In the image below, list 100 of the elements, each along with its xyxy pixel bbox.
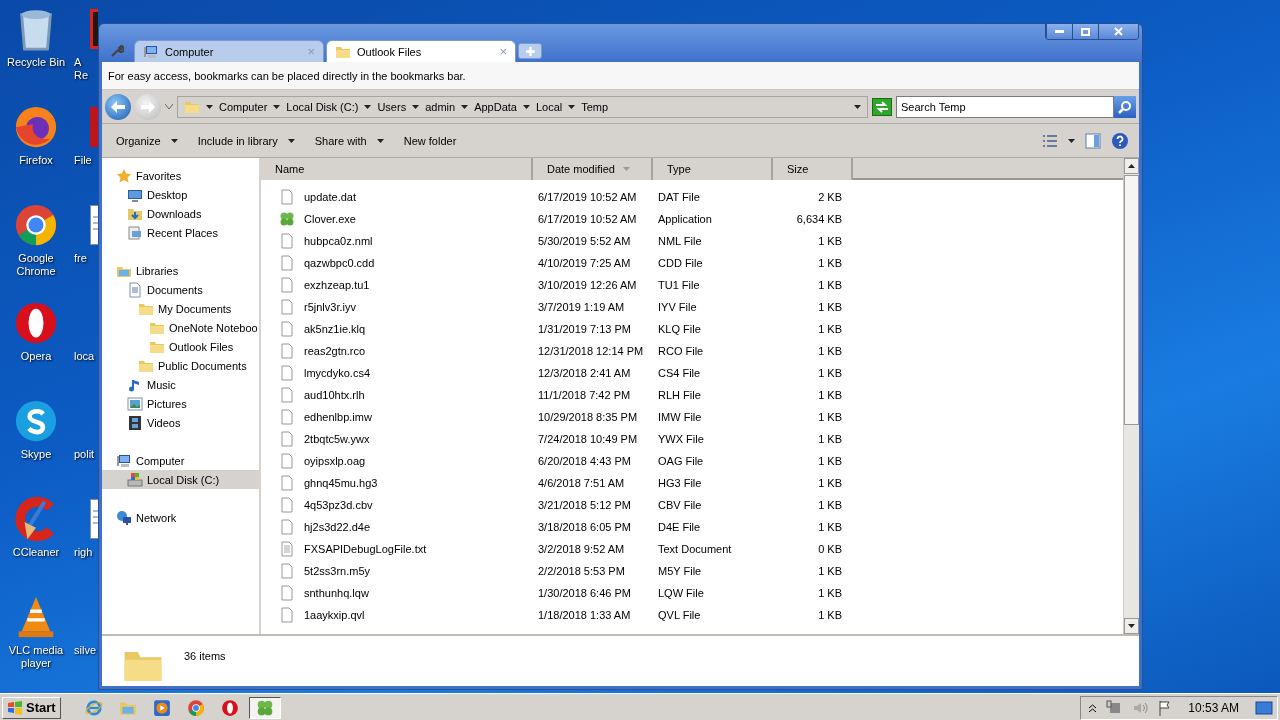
scrollbar[interactable] — [1123, 158, 1139, 634]
nav-item[interactable]: Pictures — [102, 394, 259, 413]
nav-item[interactable]: Public Documents — [102, 356, 259, 375]
nav-item[interactable]: Recent Places — [102, 223, 259, 242]
nav-item[interactable]: OneNote Noteboo — [102, 318, 259, 337]
nav-item[interactable]: Favorites — [102, 166, 259, 185]
file-name[interactable]: 4q53pz3d.cbv — [299, 499, 373, 511]
view-options-icon[interactable] — [1042, 133, 1058, 148]
toolbar-button[interactable]: New folder — [393, 127, 467, 154]
refresh-button[interactable] — [872, 97, 892, 116]
address-bar[interactable]: Computer Local Disk (C:) Users admin AppData Local Temp — [177, 95, 868, 118]
browser-tab[interactable]: Computer × — [134, 40, 324, 62]
desktop-icon-label[interactable]: Opera — [1, 350, 71, 363]
column-header[interactable]: Date modified — [533, 158, 653, 180]
type-cell-text: CDD File — [657, 257, 704, 269]
desktop-icon-label[interactable]: loca — [74, 350, 95, 363]
nav-item[interactable]: Outlook Files — [102, 337, 259, 356]
desktop-icon-label[interactable]: VLC media player — [1, 644, 71, 670]
taskbar-button[interactable] — [248, 696, 281, 719]
nav-item[interactable]: Network — [102, 508, 259, 527]
close-button[interactable] — [1098, 24, 1138, 39]
nav-item[interactable]: Desktop — [102, 185, 259, 204]
breadcrumb-item[interactable]: Local — [535, 100, 563, 113]
size-cell-text: 1 KB — [817, 323, 843, 335]
desktop-icon-label[interactable]: polit — [74, 448, 95, 461]
toolbar-button[interactable]: Organize — [106, 127, 188, 154]
nav-item[interactable]: Videos — [102, 413, 259, 432]
caret-icon — [376, 138, 384, 143]
file-name[interactable]: hubpca0z.nml — [299, 235, 373, 247]
toolbar-button[interactable]: Include in library — [187, 127, 305, 154]
file-name[interactable]: ghnq45mu.hg3 — [299, 477, 378, 489]
size-cell-text: 1 KB — [817, 609, 843, 621]
file-name[interactable]: hj2s3d22.d4e — [299, 521, 371, 533]
desktop-icon-label[interactable]: Skype — [1, 448, 71, 461]
type-cell-text: DAT File — [657, 191, 701, 203]
nav-item[interactable]: Computer — [102, 451, 259, 470]
file-name[interactable]: Clover.exe — [299, 213, 356, 225]
breadcrumb-item[interactable]: AppData — [474, 100, 517, 113]
desktop-icon-label[interactable]: File — [74, 154, 92, 167]
file-name[interactable]: oyipsxlp.oag — [299, 455, 366, 467]
desktop-icon-label[interactable]: CCleaner — [1, 546, 71, 559]
file-name[interactable]: snthunhq.lqw — [299, 587, 369, 599]
desktop-icon-label[interactable]: Firefox — [1, 154, 71, 167]
search-field[interactable]: Search Temp — [896, 95, 1114, 118]
wrench-icon[interactable] — [110, 44, 124, 58]
show-desktop-icon[interactable] — [1255, 699, 1273, 716]
breadcrumb-item[interactable]: Temp — [581, 100, 609, 113]
file-name[interactable]: reas2gtn.rco — [299, 345, 366, 357]
date-cell-text: 4/6/2018 7:51 AM — [537, 477, 626, 489]
desktop-icon-label[interactable]: righ — [74, 546, 93, 559]
nav-item[interactable]: Music — [102, 375, 259, 394]
back-button[interactable] — [105, 93, 131, 120]
nav-item[interactable]: Libraries — [102, 261, 259, 280]
document-icon — [90, 499, 98, 539]
breadcrumb-item[interactable]: Users — [377, 100, 407, 113]
minimize-button[interactable] — [1046, 24, 1072, 39]
file-name[interactable]: lmycdyko.cs4 — [299, 367, 371, 379]
new-tab-button[interactable] — [518, 43, 542, 59]
flag-icon[interactable] — [1158, 699, 1173, 716]
network-icon[interactable] — [1106, 699, 1123, 716]
file-name[interactable]: ak5nz1ie.klq — [299, 323, 366, 335]
maximize-button[interactable] — [1072, 24, 1098, 39]
file-name[interactable]: edhenlbp.imw — [299, 411, 372, 423]
breadcrumb-item[interactable]: Computer — [219, 100, 268, 113]
file-name[interactable]: r5jnlv3r.iyv — [299, 301, 356, 313]
column-header[interactable]: Type — [653, 158, 773, 180]
nav-item[interactable]: My Documents — [102, 299, 259, 318]
nav-item[interactable]: Downloads — [102, 204, 259, 223]
type-cell-text: Text Document — [657, 543, 733, 555]
file-name[interactable]: 2tbqtc5w.ywx — [299, 433, 370, 445]
browser-tab[interactable]: Outlook Files × — [326, 40, 516, 62]
column-header[interactable]: Size — [773, 158, 853, 180]
toolbar-button[interactable]: Share with — [304, 127, 394, 154]
desktop-icon-label[interactable]: Recycle Bin — [1, 56, 71, 69]
search-button[interactable] — [1114, 95, 1136, 118]
clock[interactable]: 10:53 AM — [1182, 700, 1245, 715]
column-header[interactable]: Name — [261, 158, 533, 180]
file-name[interactable]: 1aaykxip.qvl — [299, 609, 365, 621]
preview-pane-icon[interactable] — [1085, 132, 1101, 149]
desktop-icon-label[interactable]: A Re — [74, 56, 89, 82]
file-name[interactable]: FXSAPIDebugLogFile.txt — [299, 543, 427, 555]
help-icon[interactable] — [1111, 131, 1129, 150]
breadcrumb-item[interactable]: admin — [425, 100, 456, 113]
nav-item[interactable]: Local Disk (C:) — [102, 470, 259, 489]
desktop-icon-label[interactable]: Google Chrome — [1, 252, 71, 278]
file-name[interactable]: qazwbpc0.cdd — [299, 257, 375, 269]
nav-item[interactable]: Documents — [102, 280, 259, 299]
skype-icon — [13, 398, 59, 444]
file-name[interactable]: aud10htx.rlh — [299, 389, 365, 401]
file-name[interactable]: exzhzeap.tu1 — [299, 279, 370, 291]
start-button[interactable]: Start — [2, 696, 61, 719]
chevron-up-icon[interactable] — [1089, 703, 1097, 712]
file-icon — [279, 365, 295, 381]
breadcrumb-item[interactable]: Local Disk (C:) — [286, 100, 359, 113]
desktop-icon-label[interactable]: silve — [74, 644, 96, 657]
size-cell-text: 1 KB — [817, 565, 843, 577]
size-cell-text: 1 KB — [817, 521, 843, 533]
desktop-icon-label[interactable]: fre — [74, 252, 87, 265]
file-name[interactable]: 5t2ss3rn.m5y — [299, 565, 371, 577]
file-name[interactable]: update.dat — [299, 191, 356, 203]
